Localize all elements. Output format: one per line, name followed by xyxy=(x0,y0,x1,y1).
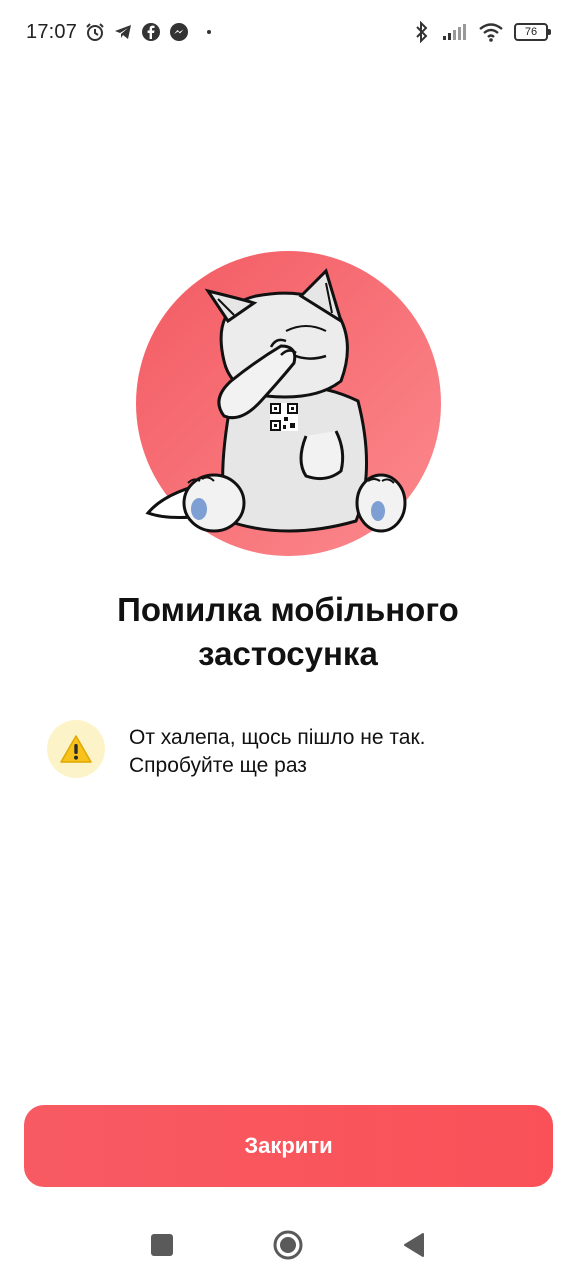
home-button[interactable] xyxy=(253,1210,323,1280)
alarm-icon xyxy=(85,22,105,42)
error-title-line2: застосунка xyxy=(198,635,378,672)
battery-icon: 76 xyxy=(514,23,551,41)
error-title-line1: Помилка мобільного xyxy=(117,591,459,628)
close-button[interactable]: Закрити xyxy=(24,1105,553,1187)
home-icon xyxy=(273,1230,303,1260)
warning-badge xyxy=(47,720,105,778)
back-icon xyxy=(404,1233,424,1257)
system-nav-bar xyxy=(0,1210,576,1280)
error-message-text: От халепа, щось пішло не так. Спробуйте … xyxy=(129,724,489,780)
status-right: 76 xyxy=(412,21,551,43)
back-button[interactable] xyxy=(379,1210,449,1280)
error-title: Помилка мобільного застосунка xyxy=(40,588,536,676)
status-time: 17:07 xyxy=(26,20,78,43)
wifi-icon xyxy=(478,22,504,42)
status-bar: 17:07 76 xyxy=(0,0,576,64)
warning-icon xyxy=(60,735,92,763)
status-left: 17:07 xyxy=(26,20,212,44)
messenger-icon xyxy=(169,22,189,42)
battery-level: 76 xyxy=(524,26,538,38)
bluetooth-icon xyxy=(412,21,432,43)
signal-icon xyxy=(442,22,468,42)
error-screen: 17:07 76 Помилка мобільного застосунка О… xyxy=(0,0,576,1280)
facepalm-cat-illustration xyxy=(136,251,441,556)
facebook-icon xyxy=(141,22,161,42)
error-message-line2: Спробуйте ще раз xyxy=(129,754,307,777)
recents-button[interactable] xyxy=(127,1210,197,1280)
error-message-line1: От халепа, щось пішло не так. xyxy=(129,726,426,749)
telegram-icon xyxy=(113,22,133,42)
notification-dot xyxy=(207,30,212,34)
cat-image xyxy=(136,251,441,556)
error-message: От халепа, щось пішло не так. Спробуйте … xyxy=(47,720,527,780)
recents-icon xyxy=(151,1234,173,1256)
